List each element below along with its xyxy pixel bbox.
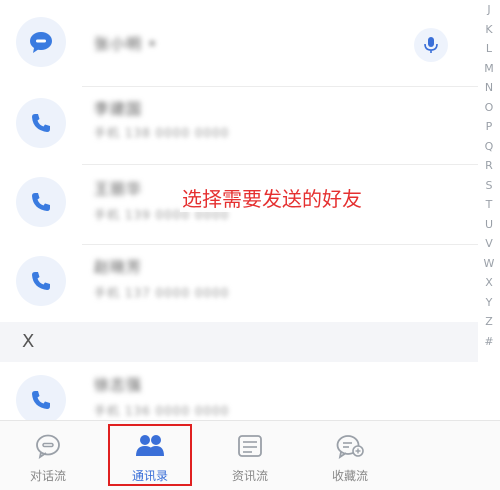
message-icon xyxy=(16,17,66,67)
bottom-tab-bar: 对话流 通讯录 资讯流 收藏流 xyxy=(0,420,500,490)
list-item[interactable]: 张小明 • xyxy=(0,0,478,86)
divider xyxy=(82,86,478,87)
news-icon xyxy=(235,431,265,461)
index-letter[interactable]: X xyxy=(485,273,493,293)
list-item[interactable]: 徐志强 手机 136 0000 0000 xyxy=(0,362,478,420)
index-letter[interactable]: R xyxy=(485,156,493,176)
chat-bubble-icon xyxy=(33,431,63,461)
favorites-icon xyxy=(335,431,365,461)
index-letter[interactable]: P xyxy=(486,117,493,137)
index-letter[interactable]: K xyxy=(485,20,492,40)
contact-name: 张小明 • xyxy=(94,35,158,53)
tab-label: 收藏流 xyxy=(331,469,368,483)
phone-icon xyxy=(16,98,66,148)
tab-favorites-flow[interactable]: 收藏流 xyxy=(308,421,392,490)
contact-detail: 手机 137 0000 0000 xyxy=(94,286,230,300)
alphabet-index[interactable]: J K L M N O P Q R S T U V W X Y Z # xyxy=(478,0,500,420)
contact-name: 王丽华 xyxy=(94,180,143,198)
instruction-annotation: 选择需要发送的好友 xyxy=(180,183,364,212)
mic-icon[interactable] xyxy=(414,28,448,62)
index-letter[interactable]: N xyxy=(485,78,493,98)
index-letter[interactable]: L xyxy=(486,39,492,59)
index-letter[interactable]: O xyxy=(485,98,494,118)
highlight-box xyxy=(108,424,192,486)
index-letter[interactable]: Q xyxy=(485,137,494,157)
index-letter[interactable]: T xyxy=(486,195,493,215)
list-item[interactable]: 李建国 手机 138 0000 0000 xyxy=(0,86,478,164)
index-letter[interactable]: Y xyxy=(486,293,493,313)
section-header: X xyxy=(0,322,478,362)
contact-name: 赵晓芳 xyxy=(94,258,143,276)
tab-dialog-flow[interactable]: 对话流 xyxy=(6,421,90,490)
phone-icon xyxy=(16,177,66,227)
list-item[interactable]: 赵晓芳 手机 137 0000 0000 xyxy=(0,244,478,322)
index-letter[interactable]: M xyxy=(484,59,494,79)
contact-detail: 手机 138 0000 0000 xyxy=(94,126,230,140)
phone-icon xyxy=(16,256,66,306)
contact-name: 李建国 xyxy=(94,100,143,118)
divider xyxy=(82,244,478,245)
tab-label: 资讯流 xyxy=(231,469,268,483)
index-letter[interactable]: J xyxy=(487,0,490,20)
tab-label: 对话流 xyxy=(29,469,66,483)
contact-detail: 手机 136 0000 0000 xyxy=(94,404,230,418)
index-letter[interactable]: V xyxy=(485,234,493,254)
index-letter[interactable]: # xyxy=(484,332,493,352)
divider xyxy=(82,164,478,165)
index-letter[interactable]: S xyxy=(486,176,493,196)
index-letter[interactable]: W xyxy=(484,254,495,274)
phone-icon xyxy=(16,375,66,420)
contact-name: 徐志强 xyxy=(94,376,143,394)
index-letter[interactable]: Z xyxy=(485,312,493,332)
index-letter[interactable]: U xyxy=(485,215,493,235)
tab-news-flow[interactable]: 资讯流 xyxy=(208,421,292,490)
